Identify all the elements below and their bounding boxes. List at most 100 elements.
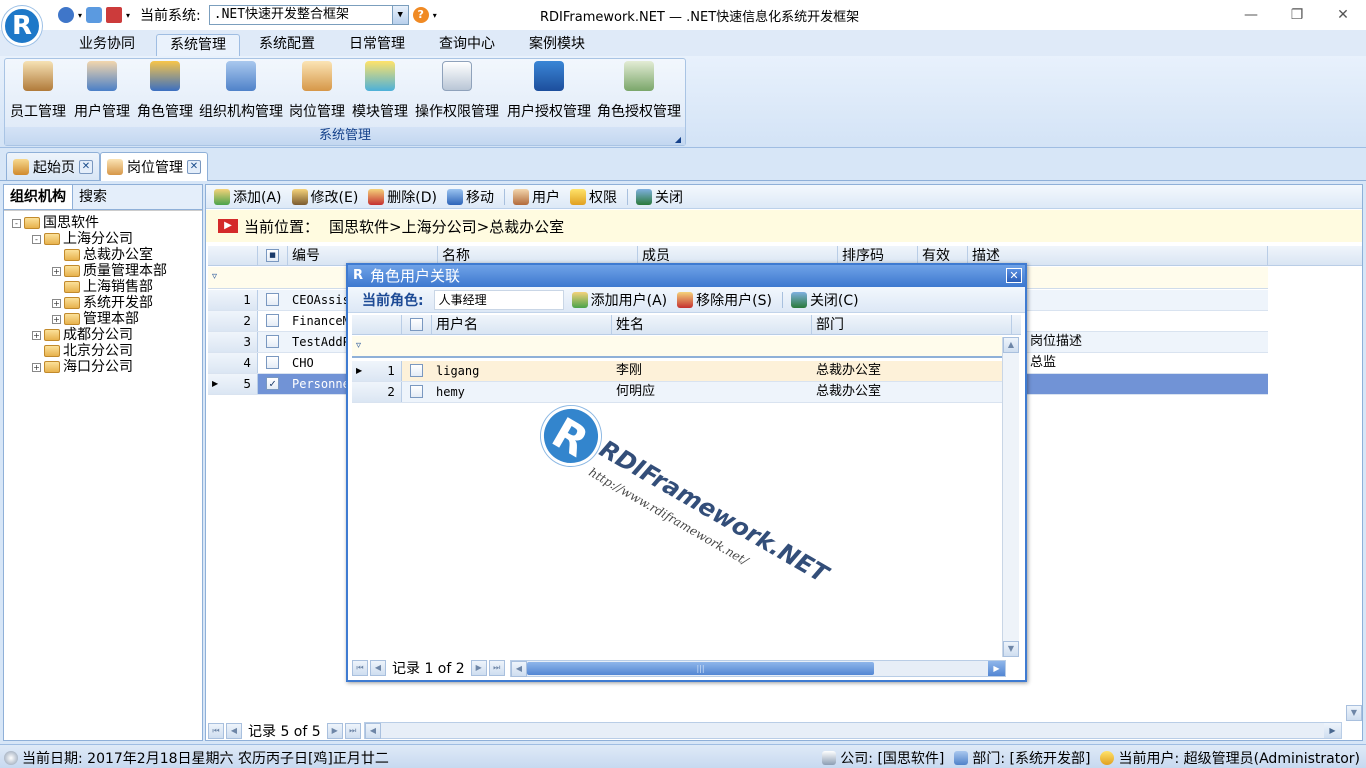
- expand-icon[interactable]: +: [52, 298, 61, 308]
- tab-organization[interactable]: 组织机构: [4, 185, 73, 209]
- role-authorization-button[interactable]: 角色授权管理: [595, 61, 683, 120]
- permission-button[interactable]: 权限: [570, 187, 617, 207]
- tree-node[interactable]: 上海销售部: [64, 279, 153, 295]
- scroll-right-icon[interactable]: ▶: [988, 661, 1005, 676]
- dialog-close-action-button[interactable]: 关闭(C): [790, 290, 859, 310]
- filter-icon[interactable]: ▿: [356, 340, 361, 351]
- tree-node[interactable]: - 国思软件: [12, 215, 99, 231]
- employee-management-button[interactable]: 员工管理: [7, 61, 69, 120]
- tree-node[interactable]: + 质量管理本部: [52, 263, 167, 279]
- expand-icon[interactable]: +: [32, 330, 41, 340]
- column-header-department[interactable]: 部门: [812, 315, 1012, 335]
- org-management-button[interactable]: 组织机构管理: [197, 61, 285, 120]
- chevron-down-icon[interactable]: ▼: [391, 6, 408, 24]
- horizontal-scrollbar[interactable]: ◀ ▶: [364, 722, 1342, 739]
- tab-system-config[interactable]: 系统配置: [248, 34, 326, 56]
- edit-button[interactable]: 修改(E): [291, 187, 358, 207]
- close-tab-button[interactable]: 关闭: [636, 187, 683, 207]
- tab-daily-management[interactable]: 日常管理: [338, 34, 416, 56]
- filter-row[interactable]: ▿: [352, 336, 1002, 358]
- column-header-username[interactable]: 用户名: [432, 315, 612, 335]
- first-record-button[interactable]: ⏮: [352, 660, 368, 676]
- dialog-launcher-icon[interactable]: ◢: [675, 131, 681, 149]
- row-checkbox[interactable]: [266, 356, 279, 369]
- select-all-header[interactable]: [402, 315, 432, 335]
- operation-permission-button[interactable]: 操作权限管理: [413, 61, 501, 120]
- globe-icon[interactable]: [58, 7, 74, 23]
- row-checkbox[interactable]: [266, 335, 279, 348]
- dialog-vertical-scrollbar[interactable]: ▲ ▼: [1002, 337, 1019, 657]
- tree-node[interactable]: + 管理本部: [52, 311, 139, 327]
- select-all-checkbox[interactable]: [410, 318, 423, 331]
- tab-business[interactable]: 业务协同: [68, 34, 146, 56]
- row-checkbox[interactable]: [410, 364, 423, 377]
- collapse-icon[interactable]: -: [12, 218, 21, 228]
- minimize-button[interactable]: —: [1228, 0, 1274, 30]
- expand-icon[interactable]: +: [52, 314, 61, 324]
- next-record-button[interactable]: ▶: [470, 660, 487, 676]
- tab-query-center[interactable]: 查询中心: [428, 34, 506, 56]
- tree-node[interactable]: + 成都分公司: [32, 327, 133, 343]
- close-icon[interactable]: ✕: [79, 159, 93, 174]
- scroll-down-icon[interactable]: ▼: [1346, 705, 1362, 721]
- scroll-down-icon[interactable]: ▼: [1003, 641, 1019, 657]
- tree-node[interactable]: 北京分公司: [44, 343, 133, 359]
- scroll-left-icon[interactable]: ◀: [511, 661, 527, 677]
- users-icon[interactable]: [86, 7, 103, 23]
- app-logo-icon[interactable]: R: [2, 6, 42, 46]
- delete-button[interactable]: 删除(D): [368, 187, 437, 207]
- tab-search[interactable]: 搜索: [73, 185, 113, 209]
- select-all-checkbox[interactable]: ■: [266, 249, 279, 262]
- select-all-header[interactable]: ■: [258, 246, 288, 266]
- tree-node[interactable]: + 系统开发部: [52, 295, 153, 311]
- table-row-current[interactable]: ▶ 1 ligang 李刚 总裁办公室: [352, 361, 1002, 382]
- user-button[interactable]: 用户: [513, 187, 560, 207]
- move-button[interactable]: 移动: [447, 187, 494, 207]
- collapse-icon[interactable]: -: [32, 234, 41, 244]
- last-record-button[interactable]: ⏭: [488, 660, 505, 676]
- restore-button[interactable]: ❐: [1274, 0, 1320, 30]
- first-record-button[interactable]: ⏮: [208, 723, 224, 739]
- table-row[interactable]: 2 hemy 何明应 总裁办公室: [352, 382, 1002, 403]
- current-system-select[interactable]: .NET快速开发整合框架 ▼: [208, 5, 409, 25]
- close-icon[interactable]: ✕: [187, 160, 201, 174]
- row-checkbox-checked[interactable]: ✓: [266, 377, 279, 390]
- tree-node[interactable]: - 上海分公司: [32, 231, 133, 247]
- user-management-button[interactable]: 用户管理: [71, 61, 133, 120]
- chevron-down-icon[interactable]: ▾: [78, 11, 82, 20]
- add-button[interactable]: 添加(A): [214, 187, 282, 207]
- row-checkbox[interactable]: [410, 385, 423, 398]
- tree-node-selected[interactable]: 总裁办公室: [64, 247, 153, 263]
- next-record-button[interactable]: ▶: [326, 723, 343, 739]
- remove-user-button[interactable]: 移除用户(S): [677, 290, 772, 310]
- user-authorization-button[interactable]: 用户授权管理: [505, 61, 593, 120]
- chevron-down-icon[interactable]: ▾: [126, 11, 130, 20]
- doc-tab-position-management[interactable]: 岗位管理 ✕: [100, 152, 208, 181]
- expand-icon[interactable]: +: [52, 266, 61, 276]
- tools-icon[interactable]: [106, 7, 123, 23]
- help-icon[interactable]: ?: [412, 7, 429, 23]
- add-user-button[interactable]: 添加用户(A): [571, 290, 667, 310]
- scroll-up-icon[interactable]: ▲: [1003, 337, 1019, 353]
- doc-tab-start-page[interactable]: 起始页 ✕: [6, 152, 100, 180]
- close-button[interactable]: ✕: [1320, 0, 1366, 30]
- last-record-button[interactable]: ⏭: [344, 723, 361, 739]
- dialog-close-button[interactable]: ✕: [1006, 268, 1022, 283]
- chevron-down-icon[interactable]: ▾: [433, 11, 437, 20]
- expand-icon[interactable]: +: [32, 362, 41, 372]
- dialog-horizontal-scrollbar[interactable]: ◀ ||| ▶: [510, 660, 1006, 677]
- filter-icon[interactable]: ▿: [212, 271, 217, 282]
- column-header-name[interactable]: 姓名: [612, 315, 812, 335]
- row-checkbox[interactable]: [266, 314, 279, 327]
- role-management-button[interactable]: 角色管理: [135, 61, 195, 120]
- scroll-left-icon[interactable]: ◀: [365, 723, 381, 739]
- row-checkbox[interactable]: [266, 293, 279, 306]
- prev-record-button[interactable]: ◀: [370, 660, 386, 676]
- module-management-button[interactable]: 模块管理: [349, 61, 411, 120]
- current-role-field[interactable]: 人事经理: [433, 289, 564, 310]
- position-management-button[interactable]: 岗位管理: [287, 61, 347, 120]
- tab-system-management[interactable]: 系统管理: [156, 34, 240, 56]
- prev-record-button[interactable]: ◀: [226, 723, 242, 739]
- scrollbar-thumb[interactable]: |||: [527, 662, 874, 675]
- scroll-right-icon[interactable]: ▶: [1324, 723, 1341, 738]
